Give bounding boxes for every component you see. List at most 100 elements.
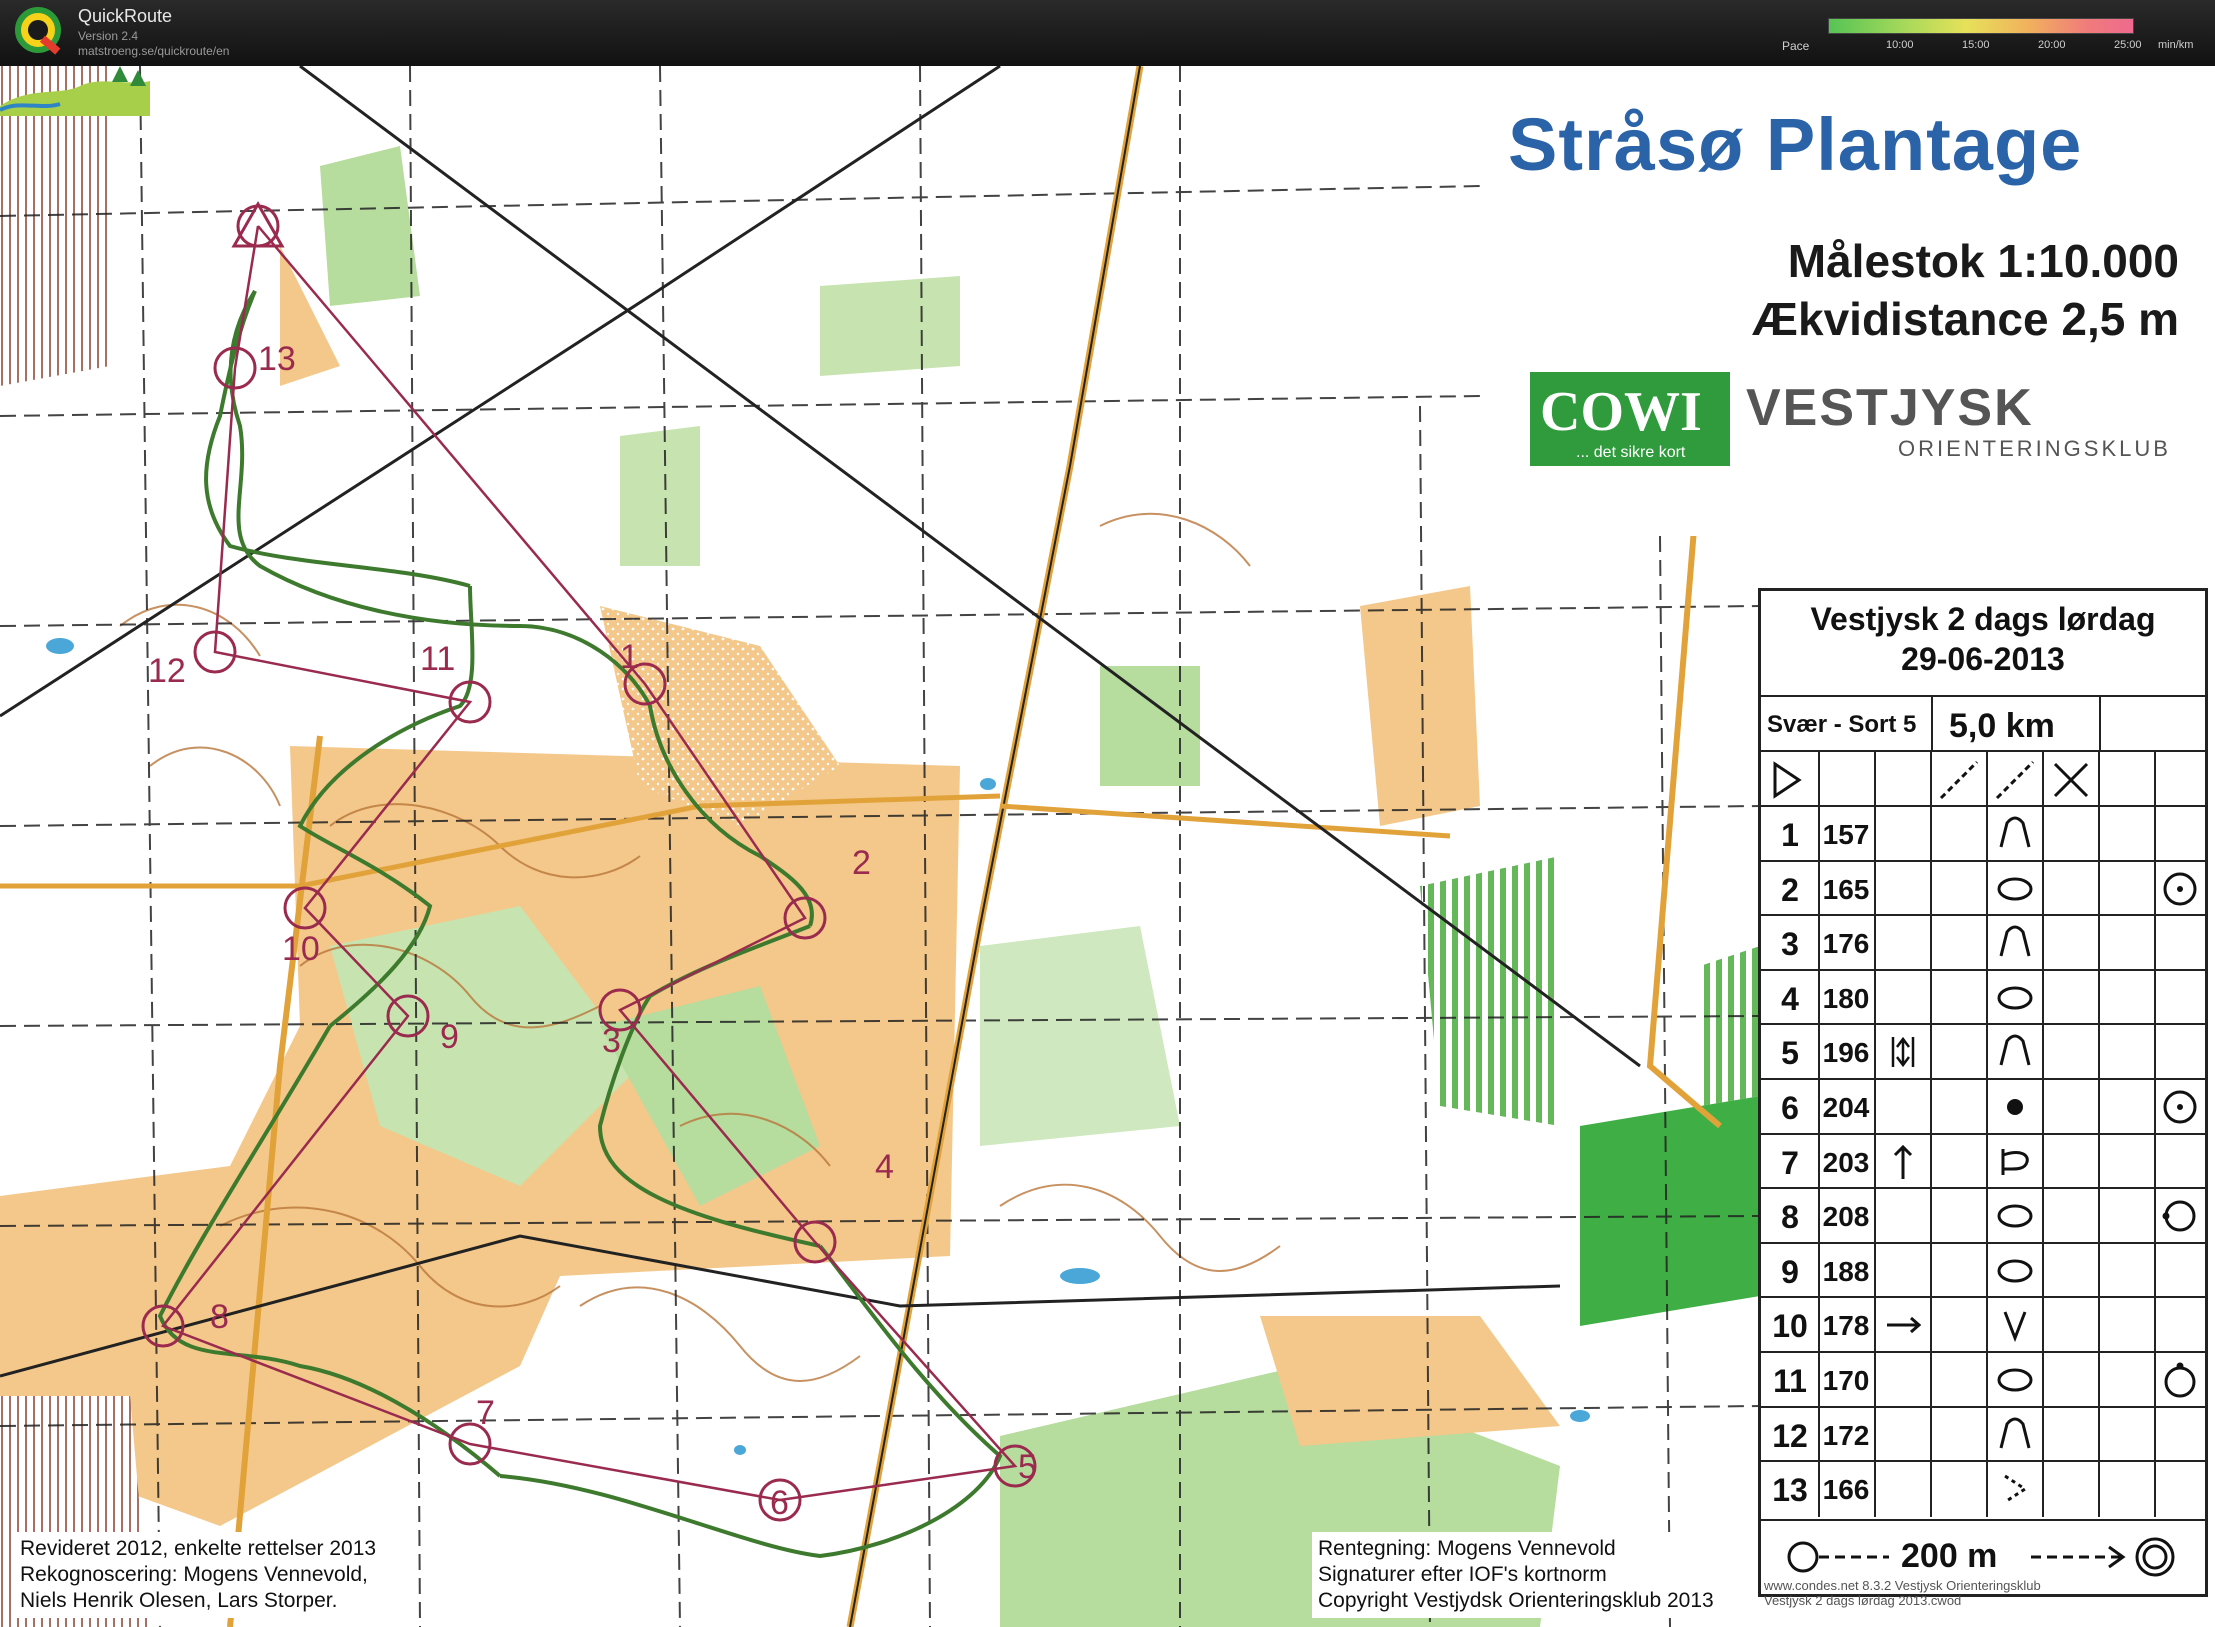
club-subtitle: ORIENTERINGSKLUB (1898, 436, 2171, 461)
event-date: 29-06-2013 (1901, 641, 2065, 677)
revision-info: Revideret 2012, enkelte rettelser 2013 R… (14, 1532, 383, 1618)
light-green-area (820, 276, 960, 376)
control-description-row: 3 176 (1761, 914, 2205, 972)
control-code: 157 (1822, 819, 1870, 850)
light-green-area (620, 426, 700, 566)
course-category: Svær - Sort 5 (1767, 711, 1917, 738)
control-description-row: 12 172 (1761, 1405, 2205, 1463)
arrow-up-icon (1893, 1144, 1913, 1179)
start-row (1761, 750, 2205, 807)
control-number: 5 (1781, 1035, 1799, 1072)
control-label: 7 (476, 1394, 495, 1432)
control-label: 12 (148, 652, 186, 690)
between-icon (1891, 1037, 1915, 1068)
revision-line: Rekognoscering: Mogens Vennevold, (20, 1563, 368, 1586)
corner-icon (2004, 1474, 2028, 1504)
pace-tick: 15:00 (1962, 39, 1990, 51)
control-label: 11 (420, 640, 455, 678)
category-row: Svær - Sort 5 5,0 km (1761, 695, 2205, 752)
boulder-icon (2007, 1099, 2023, 1115)
knoll-icon (1999, 1034, 2031, 1066)
start-row-symbols (1773, 752, 2156, 807)
drawing-line: Copyright Vestjydsk Orienteringsklub 201… (1318, 1589, 1714, 1612)
top-circle-icon (2164, 1366, 2196, 1398)
orienteering-map[interactable]: 1 2 3 4 5 6 7 8 9 10 11 12 13 Stråsø Pla… (0, 66, 2215, 1627)
control-number: 8 (1781, 1199, 1799, 1236)
control-number: 1 (1781, 817, 1799, 853)
control-description-row: 1 157 (1761, 805, 2205, 862)
control-code: 166 (1822, 1474, 1870, 1506)
control-description-row: 10 178 (1761, 1296, 2205, 1354)
club-name: VESTJYSK (1746, 379, 2034, 437)
control-label: 5 (1018, 1448, 1037, 1486)
course-length: 5,0 km (1949, 707, 2055, 745)
app-version: Version 2.4 (78, 29, 139, 43)
control-number: 11 (1773, 1363, 1807, 1399)
control-code: 196 (1822, 1037, 1870, 1069)
finish-circle-icon (2135, 1537, 2175, 1577)
map-scale: Målestok 1:10.000 (1787, 235, 2179, 287)
open-land-area (1360, 586, 1480, 826)
pace-label: Pace (1782, 39, 1810, 53)
quickroute-logo-icon (15, 7, 61, 55)
control-description-row: 11 170 (1761, 1351, 2205, 1408)
depression-icon (1997, 986, 2033, 1010)
knoll-icon (1999, 816, 2031, 848)
control-number: 10 (1772, 1308, 1808, 1345)
control-label: 10 (282, 930, 320, 968)
control-code: 170 (1822, 1365, 1870, 1396)
control-label: 2 (852, 844, 871, 882)
map-title: Stråsø Plantage (1508, 103, 2083, 186)
drawing-info: Rentegning: Mogens Vennevold Signaturer … (1312, 1532, 1720, 1618)
condes-credit: www.condes.net 8.3.2 Vestjysk Orienterin… (1764, 1578, 2041, 1608)
control-description-row: 13 166 (1761, 1460, 2205, 1518)
depression-icon (1997, 1204, 2033, 1228)
control-number: 4 (1781, 980, 1799, 1017)
side-circle-icon (2164, 1200, 2196, 1232)
drawing-line: Signaturer efter IOF's kortnorm (1318, 1563, 1607, 1586)
condes-line: www.condes.net 8.3.2 Vestjysk Orienterin… (1764, 1578, 2041, 1593)
pace-tick: 10:00 (1886, 39, 1914, 51)
revision-line: Niels Henrik Olesen, Lars Storper. (20, 1589, 338, 1612)
control-description-row: 9 188 (1761, 1241, 2205, 1299)
control-code: 208 (1822, 1201, 1870, 1233)
control-label: 9 (440, 1018, 459, 1056)
dark-green-area (1580, 1096, 1760, 1326)
finish-distance: 200 m (1901, 1537, 1998, 1575)
control-description-row: 8 208 (1761, 1187, 2205, 1245)
app-name: QuickRoute (78, 6, 173, 26)
control-description-row: 6 204 (1761, 1078, 2205, 1135)
event-name: Vestjysk 2 dags lørdag (1810, 601, 2156, 637)
control-number: 12 (1772, 1417, 1808, 1454)
condes-line: Vestjysk 2 dags lørdag 2013.cwod (1764, 1593, 1962, 1608)
control-description-row: 7 203 (1761, 1132, 2205, 1190)
control-code: 180 (1822, 982, 1870, 1014)
control-code: 165 (1822, 873, 1870, 905)
depression-icon (1997, 1368, 2033, 1392)
control-number: 13 (1772, 1472, 1808, 1509)
control-code: 204 (1822, 1092, 1870, 1123)
control-number: 6 (1781, 1090, 1799, 1126)
cowi-logo-text: COWI (1540, 381, 1702, 443)
knoll-icon (1999, 925, 2031, 957)
club-logo-icon (0, 66, 150, 116)
control-description-row: 4 180 (1761, 968, 2205, 1026)
pace-tick: 25:00 (2114, 39, 2142, 51)
control-label: 3 (602, 1022, 621, 1060)
control-description-row: 2 165 (1761, 859, 2205, 917)
control-label: 8 (210, 1298, 229, 1336)
pace-unit: min/km (2158, 39, 2194, 51)
finish-start-circle-icon (1787, 1541, 1819, 1573)
control-code: 178 (1822, 1310, 1870, 1342)
plantation-area (1700, 946, 1760, 1106)
app-header-bar: QuickRoute Version 2.4 matstroeng.se/qui… (0, 0, 2215, 66)
control-number: 9 (1781, 1253, 1799, 1290)
control-label: 6 (770, 1484, 789, 1522)
control-code: 203 (1822, 1146, 1870, 1178)
drawing-line: Rentegning: Mogens Vennevold (1318, 1537, 1616, 1560)
gully-icon (2003, 1311, 2027, 1343)
knoll-icon (1999, 1417, 2031, 1448)
control-number: 2 (1781, 871, 1799, 908)
control-number: 3 (1781, 926, 1799, 963)
control-code: 188 (1822, 1255, 1870, 1287)
